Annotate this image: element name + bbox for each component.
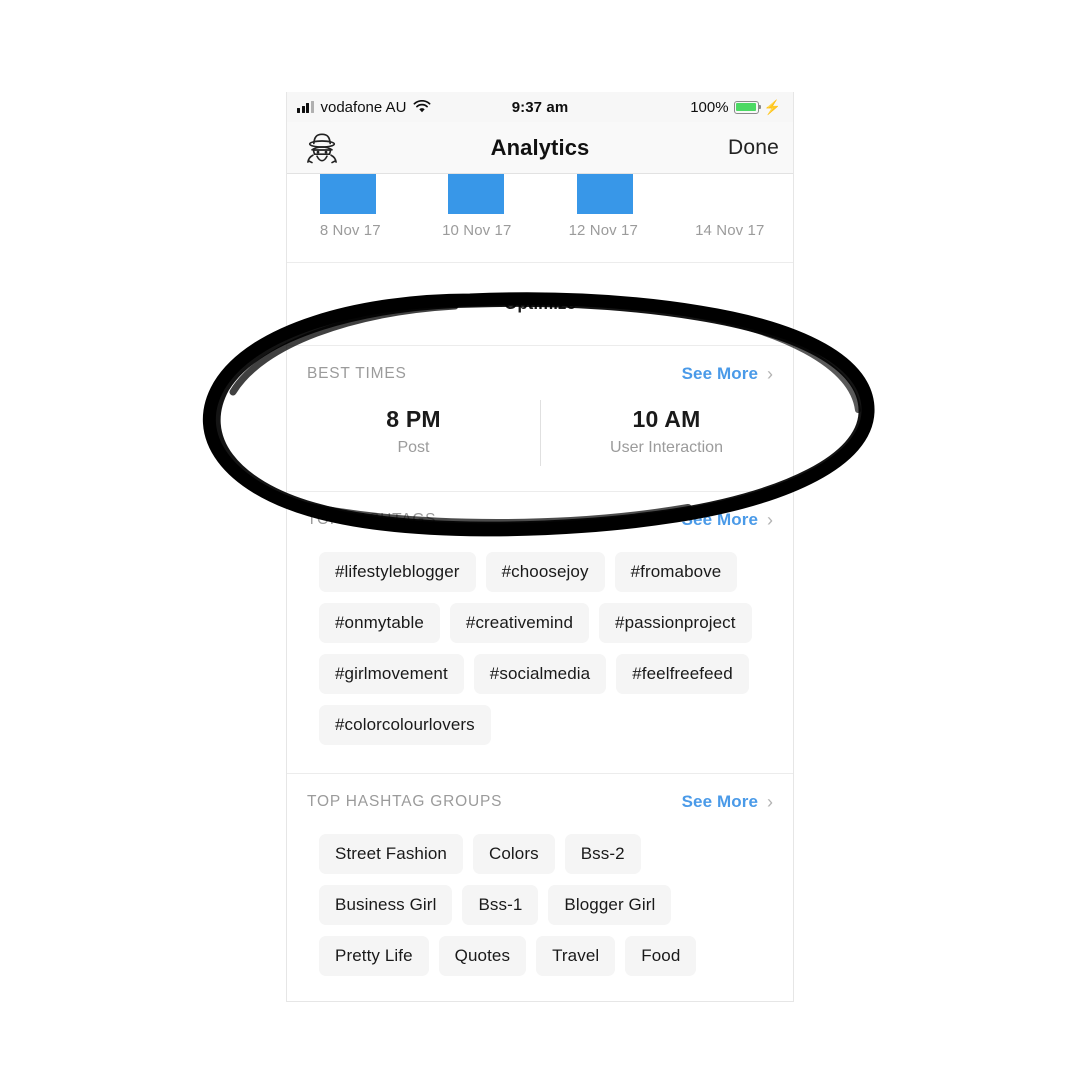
hashtag-chip[interactable]: #socialmedia [473, 654, 607, 694]
hashtag-group-chip[interactable]: Blogger Girl [548, 885, 672, 925]
lightning-bolt-icon: ⚡ [763, 99, 781, 115]
hashtag-group-chip[interactable]: Quotes [438, 936, 527, 976]
best-time-label: Post [397, 439, 430, 456]
chevron-right-icon: › [767, 792, 773, 812]
chevron-right-icon: › [767, 364, 773, 384]
chart-bars [287, 174, 793, 214]
optimize-label: Optimize [504, 294, 576, 313]
status-bar: vodafone AU 9:37 am 100% ⚡ [287, 92, 793, 122]
hashtag-chip[interactable]: #lifestyleblogger [319, 552, 476, 592]
chart-x-label: 8 Nov 17 [319, 222, 381, 239]
top-hashtag-groups-header: TOP HASHTAG GROUPS See More › [287, 774, 793, 812]
hashtag-group-chip[interactable]: Colors [472, 834, 555, 874]
status-bar-left: vodafone AU [297, 99, 431, 116]
see-more-label: See More [681, 364, 758, 383]
chart-bar [448, 174, 504, 214]
hashtag-group-chip[interactable]: Business Girl [319, 885, 453, 925]
top-hashtags-header: TOP HASHTAGS See More › [287, 492, 793, 530]
best-times-see-more-button[interactable]: See More › [682, 364, 773, 384]
best-times-section: BEST TIMES See More › 8 PM Post 10 AM Us… [287, 346, 793, 492]
done-button[interactable]: Done [728, 136, 779, 160]
hashtag-chip[interactable]: #girlmovement [319, 654, 464, 694]
scroll-content: 8 Nov 17 10 Nov 17 12 Nov 17 14 Nov 17 O… [287, 174, 793, 1001]
best-time-post: 8 PM Post [287, 406, 540, 457]
hashtag-chip[interactable]: #choosejoy [485, 552, 605, 592]
hashtag-group-chip[interactable]: Bss-2 [564, 834, 641, 874]
hashtag-chip[interactable]: #creativemind [449, 603, 590, 643]
chart-bar [320, 174, 376, 214]
top-hashtags-title: TOP HASHTAGS [307, 511, 437, 528]
hashtag-group-chip[interactable]: Food [625, 936, 697, 976]
page-title: Analytics [490, 134, 590, 160]
best-times-title: BEST TIMES [307, 365, 407, 382]
carrier-label: vodafone AU [320, 98, 407, 116]
see-more-label: See More [681, 792, 758, 811]
incognito-spy-icon[interactable] [301, 128, 343, 168]
hashtag-chip[interactable]: #colorcolourlovers [319, 705, 491, 745]
chevron-right-icon: › [767, 510, 773, 530]
chart-bar [577, 174, 633, 214]
chart-x-label: 12 Nov 17 [568, 222, 638, 239]
top-hashtags-section: TOP HASHTAGS See More › #lifestyleblogge… [287, 492, 793, 774]
hashtag-chip[interactable]: #passionproject [599, 603, 752, 643]
best-time-value: 8 PM [386, 406, 441, 432]
hashtag-chip-list: #lifestyleblogger #choosejoy #fromabove #on… [287, 530, 793, 773]
hashtag-group-chip-list: Street Fashion Colors Bss-2 Business Girl Bs… [287, 812, 793, 1001]
hashtag-group-chip[interactable]: Street Fashion [319, 834, 463, 874]
phone-screen: vodafone AU 9:37 am 100% ⚡ Analytics Don… [286, 92, 794, 1002]
best-time-label: User Interaction [610, 439, 723, 456]
signal-bars-icon [297, 101, 314, 113]
chart-x-label: 10 Nov 17 [442, 222, 512, 239]
best-time-value: 10 AM [632, 406, 701, 432]
activity-chart-section: 8 Nov 17 10 Nov 17 12 Nov 17 14 Nov 17 [287, 174, 793, 263]
battery-percent-label: 100% [690, 98, 729, 116]
see-more-label: See More [681, 510, 758, 529]
hashtag-group-chip[interactable]: Bss-1 [462, 885, 539, 925]
hashtag-chip[interactable]: #fromabove [614, 552, 738, 592]
chart-x-label: 14 Nov 17 [695, 222, 765, 239]
top-hashtag-groups-title: TOP HASHTAG GROUPS [307, 793, 503, 810]
hashtag-chip[interactable]: #feelfreefeed [616, 654, 749, 694]
best-times-body: 8 PM Post 10 AM User Interaction [287, 384, 793, 491]
hashtag-group-chip[interactable]: Travel [536, 936, 616, 976]
best-time-user-interaction: 10 AM User Interaction [540, 400, 793, 466]
top-hashtag-groups-section: TOP HASHTAG GROUPS See More › Street Fas… [287, 774, 793, 1001]
best-times-header: BEST TIMES See More › [287, 346, 793, 384]
battery-icon [733, 100, 762, 114]
navigation-bar: Analytics Done [287, 122, 793, 174]
wifi-icon [413, 100, 431, 113]
status-bar-right: 100% ⚡ [690, 99, 781, 116]
top-hashtag-groups-see-more-button[interactable]: See More › [682, 792, 773, 812]
optimize-section: Optimize [287, 263, 793, 346]
hashtag-group-chip[interactable]: Pretty Life [319, 936, 429, 976]
top-hashtags-see-more-button[interactable]: See More › [682, 510, 773, 530]
hashtag-chip[interactable]: #onmytable [319, 603, 440, 643]
chart-axis-labels: 8 Nov 17 10 Nov 17 12 Nov 17 14 Nov 17 [287, 222, 793, 239]
